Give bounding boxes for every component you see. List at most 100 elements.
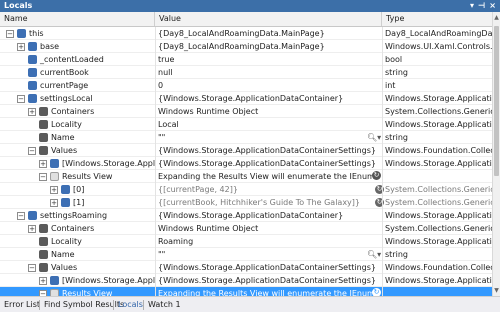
text-visualizer-icon[interactable]: 🔍︎▾ bbox=[367, 131, 381, 144]
field-icon bbox=[61, 185, 70, 194]
close-icon[interactable]: × bbox=[489, 0, 496, 12]
type-cell: Windows.Foundation.Collect bbox=[385, 146, 492, 155]
scroll-up-arrow-icon[interactable]: ▲ bbox=[493, 14, 500, 21]
tab-watch-1[interactable]: Watch 1 bbox=[146, 299, 183, 311]
table-row[interactable]: Locality Local Windows.Storage.Applicatio bbox=[0, 118, 492, 131]
expand-icon[interactable]: + bbox=[17, 43, 25, 51]
type-cell: System.Collections.Generic.I bbox=[385, 107, 492, 116]
table-row[interactable]: Name "" 🔍︎▾ string bbox=[0, 248, 492, 261]
table-row[interactable]: − this {Day8_LocalAndRoamingData.MainPage}… bbox=[0, 27, 492, 40]
table-row[interactable]: + [0] {[currentPage, 42]} ↻ System.Collectio… bbox=[0, 183, 492, 196]
property-icon bbox=[39, 133, 48, 142]
expand-icon[interactable]: + bbox=[28, 108, 36, 116]
value-cell[interactable]: null bbox=[158, 66, 380, 79]
expand-icon[interactable]: + bbox=[39, 160, 47, 168]
type-cell: Windows.Foundation.Collect bbox=[385, 263, 492, 272]
value-cell[interactable]: {[currentPage, 42]} bbox=[158, 183, 380, 196]
type-cell: System.Collections.Generic.I bbox=[385, 224, 492, 233]
variable-name: currentBook bbox=[40, 68, 89, 77]
field-icon bbox=[50, 276, 59, 285]
value-cell[interactable]: "" bbox=[158, 131, 380, 144]
table-row[interactable]: + [Windows.Storage.Applic {Windows.Storage… bbox=[0, 274, 492, 287]
vertical-scrollbar[interactable]: ▲ ▼ bbox=[492, 12, 500, 296]
value-cell[interactable]: "" bbox=[158, 248, 380, 261]
tab-error-list[interactable]: Error List bbox=[2, 299, 42, 311]
property-icon bbox=[39, 146, 48, 155]
column-header-type[interactable]: Type bbox=[382, 12, 492, 26]
table-row[interactable]: + [Windows.Storage.Applic {Windows.Storage… bbox=[0, 157, 492, 170]
table-row[interactable]: Locality Roaming Windows.Storage.Applicati… bbox=[0, 235, 492, 248]
column-header-name[interactable]: Name bbox=[0, 12, 155, 26]
value-cell[interactable]: 0 bbox=[158, 79, 380, 92]
table-row[interactable]: + base {Day8_LocalAndRoamingData.MainPage}… bbox=[0, 40, 492, 53]
value-cell[interactable]: {Windows.Storage.ApplicationDataContaine… bbox=[158, 92, 380, 105]
table-row[interactable]: − Values {Windows.Storage.ApplicationDataC… bbox=[0, 261, 492, 274]
value-cell[interactable]: {Windows.Storage.ApplicationDataContaine… bbox=[158, 144, 380, 157]
table-row[interactable]: currentPage 0 int bbox=[0, 79, 492, 92]
table-row[interactable]: − settingsLocal {Windows.Storage.Applicati… bbox=[0, 92, 492, 105]
value-cell[interactable]: true bbox=[158, 53, 380, 66]
field-icon bbox=[28, 94, 37, 103]
collapse-icon[interactable]: − bbox=[17, 95, 25, 103]
table-row[interactable]: − settingsRoaming {Windows.Storage.Applica… bbox=[0, 209, 492, 222]
text-visualizer-icon[interactable]: 🔍︎▾ bbox=[367, 248, 381, 261]
value-cell[interactable]: Local bbox=[158, 118, 380, 131]
table-row[interactable]: − Values {Windows.Storage.ApplicationDataC… bbox=[0, 144, 492, 157]
variable-name: Containers bbox=[51, 107, 95, 116]
expand-icon[interactable]: + bbox=[39, 277, 47, 285]
value-cell[interactable]: {Windows.Storage.ApplicationDataContaine… bbox=[158, 274, 380, 287]
table-row[interactable]: + Containers Windows Runtime Object System.… bbox=[0, 105, 492, 118]
table-row[interactable]: Name "" 🔍︎▾ string bbox=[0, 131, 492, 144]
tab-separator bbox=[39, 300, 40, 310]
name-cell: + [Windows.Storage.Applic bbox=[0, 274, 155, 287]
expand-icon[interactable]: + bbox=[50, 199, 58, 207]
table-row[interactable]: _contentLoaded true bool bbox=[0, 53, 492, 66]
value-cell[interactable]: {Day8_LocalAndRoamingData.MainPage} bbox=[158, 40, 380, 53]
value-cell[interactable]: {Windows.Storage.ApplicationDataContaine… bbox=[158, 157, 380, 170]
variable-name: settingsRoaming bbox=[40, 211, 108, 220]
value-cell[interactable]: Expanding the Results View will enumerat… bbox=[158, 170, 380, 183]
variable-name: settingsLocal bbox=[40, 94, 93, 103]
table-row[interactable]: − Results View Expanding the Results View … bbox=[0, 170, 492, 183]
variable-name: [0] bbox=[73, 185, 85, 194]
expand-icon[interactable]: + bbox=[28, 225, 36, 233]
collapse-icon[interactable]: − bbox=[6, 30, 14, 38]
refresh-icon[interactable]: ↻ bbox=[372, 288, 381, 296]
tab-locals[interactable]: Locals bbox=[116, 299, 145, 311]
field-icon bbox=[61, 198, 70, 207]
type-cell: Windows.Storage.Applicatio bbox=[385, 159, 492, 168]
value-cell[interactable]: {[currentBook, Hitchhiker's Guide To The… bbox=[158, 196, 380, 209]
collapse-icon[interactable]: − bbox=[39, 173, 47, 181]
variable-name: Name bbox=[51, 133, 75, 142]
value-cell[interactable]: {Windows.Storage.ApplicationDataContaine… bbox=[158, 209, 380, 222]
refresh-icon[interactable]: ↻ bbox=[372, 171, 381, 180]
collapse-icon[interactable]: − bbox=[17, 212, 25, 220]
expand-icon[interactable]: + bbox=[50, 186, 58, 194]
column-header-value[interactable]: Value bbox=[155, 12, 382, 26]
value-cell[interactable]: Windows Runtime Object bbox=[158, 105, 380, 118]
property-icon bbox=[39, 263, 48, 272]
property-icon bbox=[39, 224, 48, 233]
field-icon bbox=[28, 68, 37, 77]
dropdown-arrow-icon[interactable]: ▾ bbox=[470, 0, 474, 12]
type-cell: int bbox=[385, 81, 396, 90]
name-cell: − Results View bbox=[0, 170, 155, 183]
collapse-icon[interactable]: − bbox=[28, 264, 36, 272]
table-row[interactable]: + [1] {[currentBook, Hitchhiker's Guide To… bbox=[0, 196, 492, 209]
value-cell[interactable]: Roaming bbox=[158, 235, 380, 248]
value-cell[interactable]: Windows Runtime Object bbox=[158, 222, 380, 235]
table-row[interactable]: currentBook null string bbox=[0, 66, 492, 79]
scroll-down-arrow-icon[interactable]: ▼ bbox=[493, 287, 500, 294]
scroll-thumb[interactable] bbox=[494, 26, 499, 176]
field-icon bbox=[28, 81, 37, 90]
value-cell[interactable]: {Day8_LocalAndRoamingData.MainPage} bbox=[158, 27, 380, 40]
value-cell[interactable]: {Windows.Storage.ApplicationDataContaine… bbox=[158, 261, 380, 274]
variable-name: _contentLoaded bbox=[40, 55, 104, 64]
name-cell: − Values bbox=[0, 261, 155, 274]
pin-icon[interactable]: ⊣ bbox=[478, 0, 485, 12]
table-row[interactable]: + Containers Windows Runtime Object System.… bbox=[0, 222, 492, 235]
collapse-icon[interactable]: − bbox=[28, 147, 36, 155]
field-icon bbox=[28, 211, 37, 220]
table-row[interactable]: − Results View Expanding the Results View … bbox=[0, 287, 492, 296]
value-cell[interactable]: Expanding the Results View will enumerat… bbox=[158, 287, 380, 296]
